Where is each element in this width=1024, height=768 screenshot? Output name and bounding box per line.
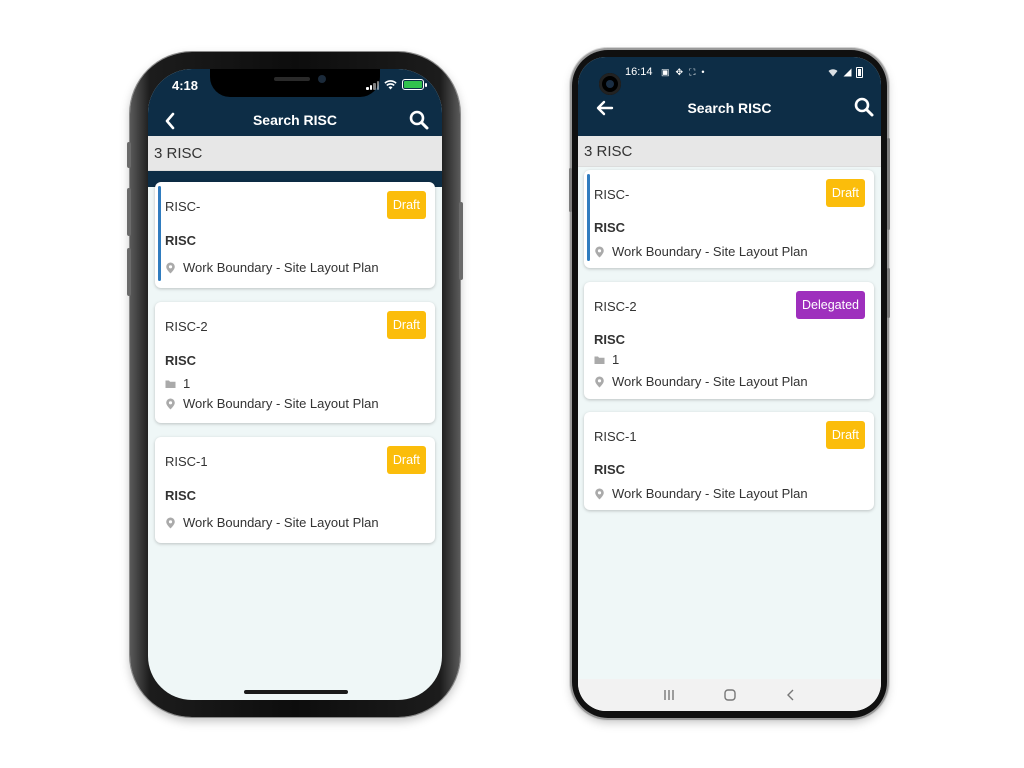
folder-row: 1 <box>165 376 190 391</box>
home-indicator[interactable] <box>244 690 348 694</box>
folder-row: 1 <box>594 352 619 367</box>
location-text: Work Boundary - Site Layout Plan <box>183 260 379 275</box>
map-pin-icon <box>166 398 175 409</box>
cellular-signal-icon <box>843 68 852 77</box>
risc-card[interactable]: RISC-1 Draft RISC Work Boundary - Site L… <box>584 412 874 510</box>
location-text: Work Boundary - Site Layout Plan <box>612 486 808 501</box>
system-nav-bar <box>578 679 881 711</box>
location-row: Work Boundary - Site Layout Plan <box>594 244 808 259</box>
location-row: Work Boundary - Site Layout Plan <box>165 515 379 530</box>
status-badge: Draft <box>825 421 865 449</box>
recent-apps-icon[interactable] <box>662 688 676 702</box>
nav-bar: Search RISC <box>148 105 442 135</box>
status-icons <box>366 79 427 90</box>
volume-down-button <box>127 248 131 296</box>
map-pin-icon <box>595 246 604 257</box>
power-button <box>887 268 890 318</box>
selected-indicator <box>158 186 161 281</box>
app-header: 16:14 ▣ ✥ ⛶ • Search RISC <box>578 57 881 136</box>
status-time: 4:18 <box>172 78 199 93</box>
search-icon[interactable] <box>408 109 430 131</box>
risc-card[interactable]: RISC-2 Draft RISC 1 Work Boundary - Site… <box>155 302 435 423</box>
folder-icon <box>594 356 605 364</box>
status-time: 16:14 <box>625 66 653 78</box>
notch <box>210 69 380 97</box>
iphone-device: 4:18 Search RISC 3 RISC RISC- Draft RISC… <box>127 52 463 717</box>
iphone-screen: 4:18 Search RISC 3 RISC RISC- Draft RISC… <box>148 69 442 700</box>
cellular-signal-icon <box>366 80 379 90</box>
location-row: Work Boundary - Site Layout Plan <box>165 396 379 411</box>
android-screen: 16:14 ▣ ✥ ⛶ • Search RISC 3 RISC RISC- D… <box>578 57 881 711</box>
status-badge: Draft <box>386 311 426 339</box>
page-title: Search RISC <box>252 112 338 128</box>
selected-indicator <box>587 174 590 261</box>
risc-type: RISC <box>594 220 626 235</box>
risc-reference: RISC- <box>165 199 201 214</box>
status-icons <box>828 67 863 78</box>
risc-type: RISC <box>165 233 197 248</box>
risc-type: RISC <box>594 462 626 477</box>
location-row: Work Boundary - Site Layout Plan <box>594 486 808 501</box>
battery-icon <box>402 79 427 90</box>
map-pin-icon <box>166 517 175 528</box>
map-pin-icon <box>595 488 604 499</box>
risc-reference: RISC-2 <box>594 299 637 314</box>
risc-card[interactable]: RISC-1 Draft RISC Work Boundary - Site L… <box>155 437 435 543</box>
power-button <box>459 202 463 280</box>
volume-up-button <box>127 188 131 236</box>
risc-reference: RISC- <box>594 187 630 202</box>
result-count: 3 RISC <box>578 136 881 167</box>
status-badge: Draft <box>386 191 426 219</box>
status-badge: Delegated <box>796 291 865 319</box>
nav-bar: Search RISC <box>578 93 881 123</box>
back-arrow-icon[interactable] <box>594 97 616 119</box>
notification-icon: ✥ <box>675 67 684 77</box>
status-badge: Draft <box>386 446 426 474</box>
result-count: 3 RISC <box>148 136 442 171</box>
map-pin-icon <box>166 262 175 273</box>
location-row: Work Boundary - Site Layout Plan <box>594 374 808 389</box>
search-icon[interactable] <box>853 96 875 118</box>
risc-type: RISC <box>594 332 626 347</box>
wifi-icon <box>384 79 397 89</box>
risc-card[interactable]: RISC- Draft RISC Work Boundary - Site La… <box>155 182 435 288</box>
status-badge: Draft <box>825 179 865 207</box>
risc-reference: RISC-1 <box>594 429 637 444</box>
risc-card[interactable]: RISC- Draft RISC Work Boundary - Site La… <box>584 170 874 268</box>
android-device: 16:14 ▣ ✥ ⛶ • Search RISC 3 RISC RISC- D… <box>569 50 890 718</box>
folder-count: 1 <box>183 376 191 391</box>
location-row: Work Boundary - Site Layout Plan <box>165 260 379 275</box>
image-icon: ▣ <box>661 67 670 77</box>
location-text: Work Boundary - Site Layout Plan <box>183 515 379 530</box>
bixby-button <box>887 138 890 230</box>
page-title: Search RISC <box>687 100 772 116</box>
folder-icon <box>165 380 176 388</box>
risc-reference: RISC-2 <box>165 319 208 334</box>
back-icon[interactable] <box>784 688 798 702</box>
risc-reference: RISC-1 <box>165 454 208 469</box>
risc-card[interactable]: RISC-2 Delegated RISC 1 Work Boundary - … <box>584 282 874 399</box>
home-icon[interactable] <box>723 688 737 702</box>
front-camera <box>599 73 621 95</box>
map-pin-icon <box>595 376 604 387</box>
screenshot-icon: ⛶ <box>689 67 696 77</box>
risc-type: RISC <box>165 353 197 368</box>
back-arrow-icon[interactable] <box>160 110 182 132</box>
dot-icon: • <box>701 67 705 77</box>
risc-type: RISC <box>165 488 197 503</box>
battery-icon <box>856 67 863 78</box>
notification-icons: ▣ ✥ ⛶ • <box>661 66 705 78</box>
location-text: Work Boundary - Site Layout Plan <box>612 244 808 259</box>
location-text: Work Boundary - Site Layout Plan <box>183 396 379 411</box>
mute-switch <box>127 142 131 168</box>
location-text: Work Boundary - Site Layout Plan <box>612 374 808 389</box>
folder-count: 1 <box>612 352 620 367</box>
volume-button <box>569 168 572 212</box>
wifi-icon <box>828 69 838 77</box>
